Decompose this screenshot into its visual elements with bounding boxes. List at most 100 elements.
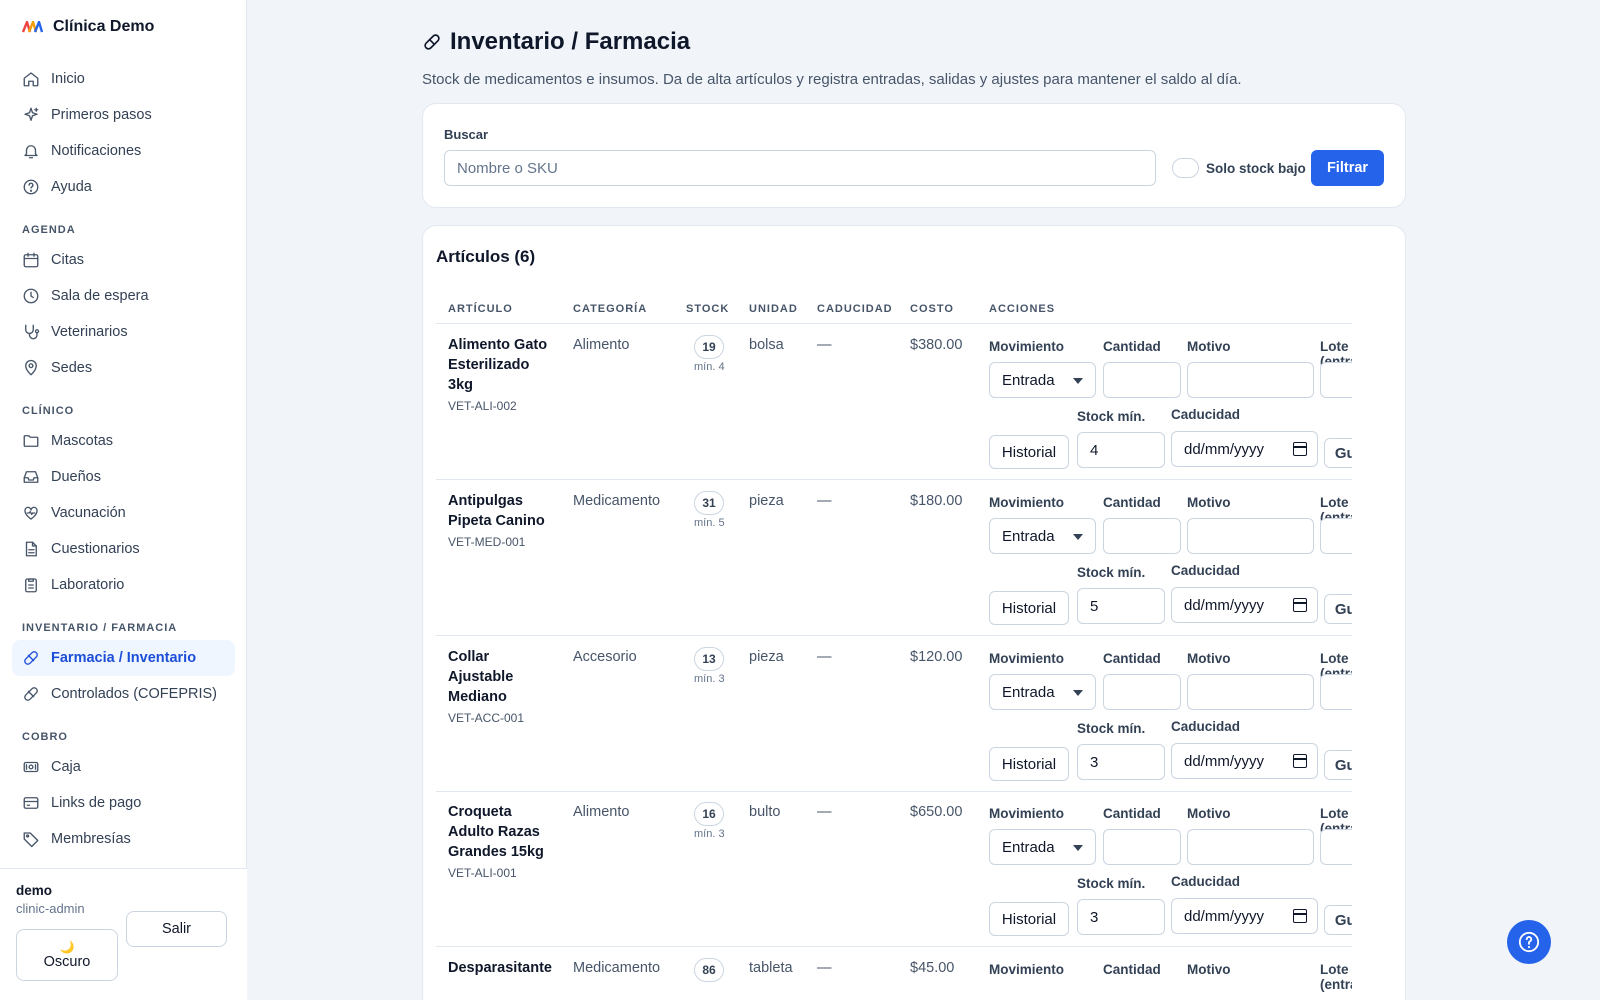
items-table: Artículos (6) ARTÍCULO CATEGORÍA STOCK UNID…	[0, 0, 1352, 1000]
column-header: ACCIONES	[989, 303, 1056, 315]
date-placeholder: dd/mm/yyyy	[1184, 440, 1265, 458]
quantity-label: Cantidad	[1103, 495, 1161, 510]
article-expiry: —	[817, 960, 832, 976]
article-unit: pieza	[749, 649, 784, 665]
help-circle-icon	[1518, 931, 1540, 953]
article-name: Alimento Gato	[448, 337, 548, 353]
article-cost: $380.00	[910, 337, 963, 353]
history-button[interactable]: Historial	[989, 435, 1069, 469]
movement-select[interactable]: Entrada	[989, 674, 1096, 710]
history-button[interactable]: Historial	[989, 747, 1069, 781]
quantity-label: Cantidad	[1103, 806, 1161, 821]
article-category: Alimento	[573, 804, 630, 820]
row-divider	[436, 946, 1352, 947]
help-button[interactable]	[1507, 920, 1551, 964]
stock-min-input[interactable]: 4	[1077, 432, 1165, 468]
chevron-down-icon	[1073, 845, 1083, 851]
save-button[interactable]: Guardar	[1324, 905, 1352, 935]
save-button[interactable]: Guardar	[1324, 438, 1352, 468]
quantity-label: Cantidad	[1103, 962, 1161, 977]
article-name: Ajustable	[448, 669, 514, 685]
movement-label: Movimiento	[989, 495, 1065, 510]
reason-label: Motivo	[1187, 339, 1231, 354]
article-name: Pipeta Canino	[448, 513, 545, 529]
expiry-label: Caducidad	[1171, 874, 1241, 889]
article-unit: tableta	[749, 960, 793, 976]
article-expiry: —	[817, 804, 832, 820]
article-expiry: —	[817, 337, 832, 353]
stock-badge: 13	[694, 647, 724, 671]
movement-select-value: Entrada	[1002, 371, 1055, 389]
date-placeholder: dd/mm/yyyy	[1184, 596, 1265, 614]
reason-input[interactable]	[1187, 518, 1314, 554]
reason-input[interactable]	[1187, 829, 1314, 865]
stock-min-input[interactable]: 5	[1077, 588, 1165, 624]
reason-label: Motivo	[1187, 962, 1231, 977]
article-name: 3kg	[448, 377, 473, 393]
quantity-input[interactable]	[1103, 829, 1181, 865]
lot-label: Lote (entrada)	[1320, 962, 1352, 992]
movement-label: Movimiento	[989, 962, 1065, 977]
column-header: ARTÍCULO	[448, 303, 513, 315]
expiry-input[interactable]: dd/mm/yyyy	[1171, 587, 1318, 623]
stock-badge: 86	[694, 958, 724, 982]
stock-min-text: mín. 3	[694, 828, 725, 840]
calendar-icon	[1293, 598, 1307, 612]
quantity-input[interactable]	[1103, 518, 1181, 554]
article-unit: bolsa	[749, 337, 784, 353]
lot-input[interactable]	[1320, 518, 1352, 554]
reason-input[interactable]	[1187, 674, 1314, 710]
history-button[interactable]: Historial	[989, 591, 1069, 625]
reason-input[interactable]	[1187, 362, 1314, 398]
article-cost: $650.00	[910, 804, 963, 820]
stock-min-input[interactable]: 3	[1077, 744, 1165, 780]
article-category: Medicamento	[573, 960, 661, 976]
history-button[interactable]: Historial	[989, 902, 1069, 936]
save-button[interactable]: Guardar	[1324, 750, 1352, 780]
lot-input[interactable]	[1320, 674, 1352, 710]
save-button[interactable]: Guardar	[1324, 594, 1352, 624]
lot-input[interactable]	[1320, 829, 1352, 865]
calendar-icon	[1293, 909, 1307, 923]
expiry-input[interactable]: dd/mm/yyyy	[1171, 898, 1318, 934]
expiry-input[interactable]: dd/mm/yyyy	[1171, 743, 1318, 779]
movement-select[interactable]: Entrada	[989, 829, 1096, 865]
quantity-label: Cantidad	[1103, 339, 1161, 354]
column-header: UNIDAD	[749, 303, 798, 315]
movement-label: Movimiento	[989, 651, 1065, 666]
quantity-input[interactable]	[1103, 674, 1181, 710]
quantity-input[interactable]	[1103, 362, 1181, 398]
lot-input[interactable]	[1320, 362, 1352, 398]
movement-select-value: Entrada	[1002, 527, 1055, 545]
chevron-down-icon	[1073, 378, 1083, 384]
article-sku: VET-ALI-002	[448, 399, 517, 413]
column-header: COSTO	[910, 303, 954, 315]
movement-select[interactable]: Entrada	[989, 518, 1096, 554]
date-placeholder: dd/mm/yyyy	[1184, 752, 1265, 770]
movement-select[interactable]: Entrada	[989, 362, 1096, 398]
article-name: Mediano	[448, 689, 507, 705]
article-category: Accesorio	[573, 649, 637, 665]
calendar-icon	[1293, 442, 1307, 456]
chevron-down-icon	[1073, 690, 1083, 696]
movement-select-value: Entrada	[1002, 838, 1055, 856]
article-expiry: —	[817, 649, 832, 665]
stock-min-text: mín. 5	[694, 517, 725, 529]
article-unit: pieza	[749, 493, 784, 509]
article-cost: $180.00	[910, 493, 963, 509]
expiry-input[interactable]: dd/mm/yyyy	[1171, 431, 1318, 467]
expiry-label: Caducidad	[1171, 407, 1241, 422]
stock-min-input[interactable]: 3	[1077, 899, 1165, 935]
article-name: Collar	[448, 649, 490, 665]
calendar-icon	[1293, 754, 1307, 768]
expiry-label: Caducidad	[1171, 563, 1241, 578]
article-category: Medicamento	[573, 493, 661, 509]
article-cost: $120.00	[910, 649, 963, 665]
column-header: STOCK	[686, 303, 730, 315]
stock-min-text: mín. 3	[694, 673, 725, 685]
article-name: Adulto Razas	[448, 824, 540, 840]
article-name: Croqueta	[448, 804, 512, 820]
article-name: Grandes 15kg	[448, 844, 544, 860]
movement-select-value: Entrada	[1002, 683, 1055, 701]
stock-min-text: mín. 4	[694, 361, 725, 373]
